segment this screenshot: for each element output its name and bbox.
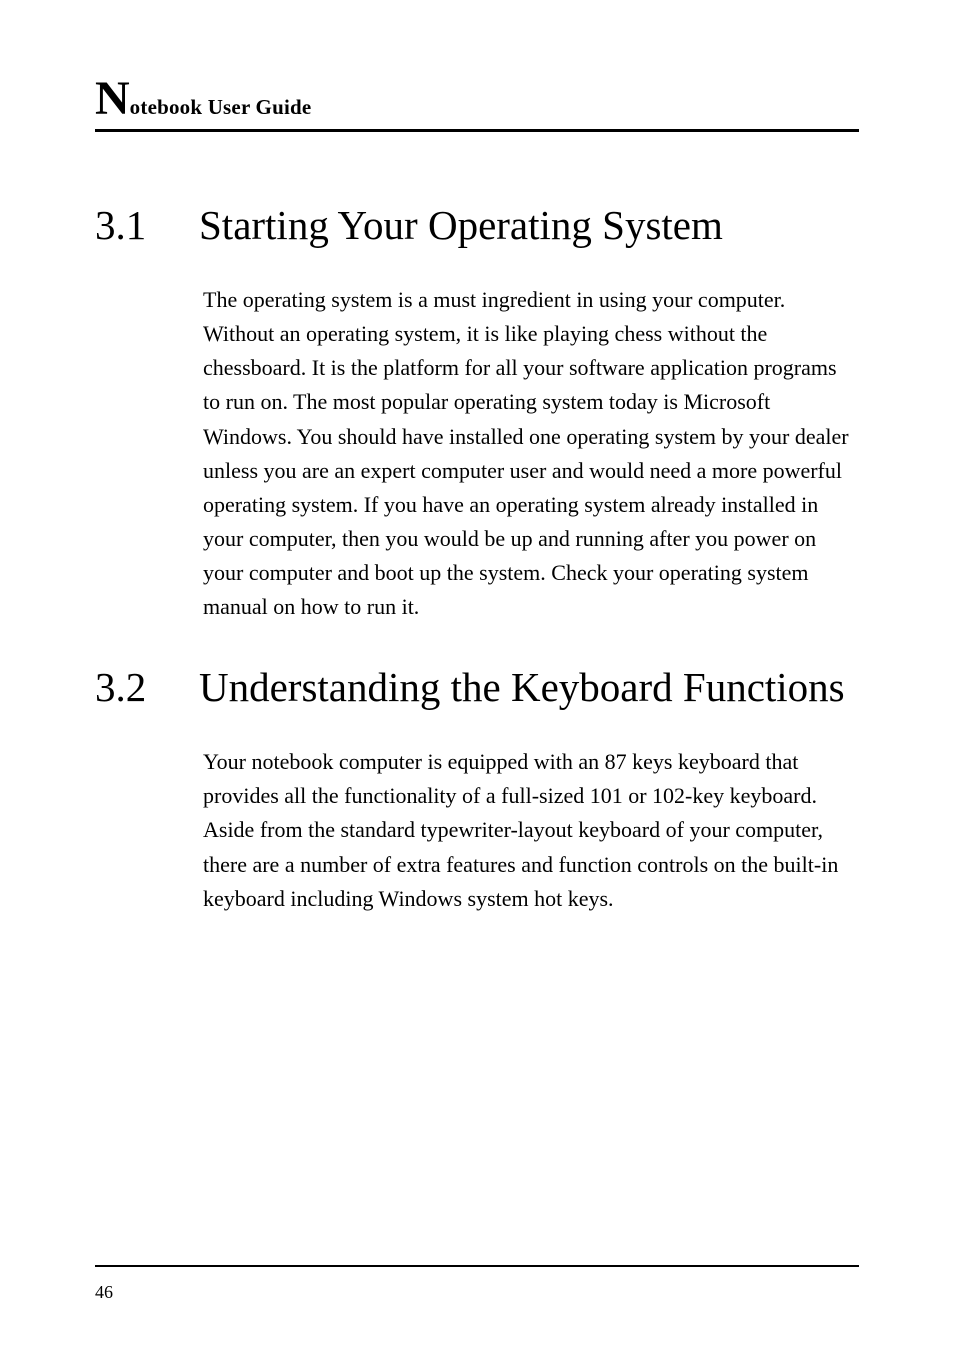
header-text: otebook User Guide [130,95,312,119]
page: Notebook User Guide 3.1 Starting Your Op… [0,0,954,1355]
section-3-2: 3.2 Understanding the Keyboard Functions… [95,664,859,916]
section-heading: 3.1 Starting Your Operating System [95,202,859,249]
section-heading: 3.2 Understanding the Keyboard Functions [95,664,859,711]
section-3-1: 3.1 Starting Your Operating System The o… [95,202,859,624]
footer-rule [95,1265,859,1267]
section-number: 3.1 [95,202,167,249]
page-number: 46 [95,1282,113,1303]
header-dropcap: N [95,72,130,125]
running-header: Notebook User Guide [95,75,859,132]
section-title: Understanding the Keyboard Functions [199,664,859,711]
section-body: The operating system is a must ingredien… [203,283,859,624]
section-title: Starting Your Operating System [199,202,859,249]
section-body: Your notebook computer is equipped with … [203,745,859,915]
section-number: 3.2 [95,664,167,711]
